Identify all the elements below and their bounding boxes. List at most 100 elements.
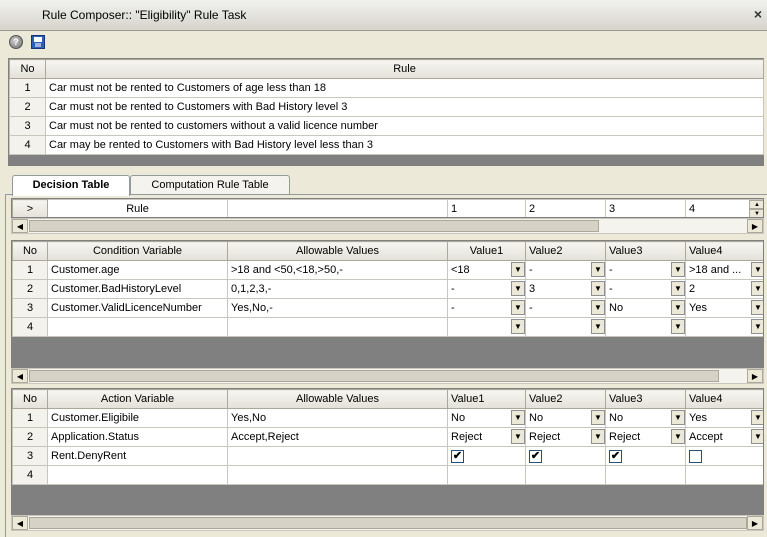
chevron-down-icon: ▼ [511, 319, 525, 334]
action-hscroll[interactable]: ◀ ▶ [11, 515, 764, 531]
deny-rent-checkbox[interactable]: ✔ [609, 449, 622, 463]
condition-variable-header[interactable]: Condition Variable [47, 241, 228, 261]
action-allowable-header[interactable]: Allowable Values [227, 389, 448, 409]
value-dropdown[interactable]: - ▼ [605, 279, 686, 299]
rule-row[interactable]: 3 Car must not be rented to customers wit… [9, 116, 764, 136]
value-dropdown[interactable]: <18 ▼ [447, 260, 526, 280]
rule-col-2: 2 [525, 199, 606, 217]
value-dropdown[interactable]: - ▼ [605, 260, 686, 280]
rule-row[interactable]: 4 Car may be rented to Customers with Bad… [9, 135, 764, 155]
value-dropdown[interactable]: Reject ▼ [447, 427, 526, 447]
rule-row[interactable]: 1 Car must not be rented to Customers of … [9, 78, 764, 98]
action-table: No Action Variable Allowable Values Valu… [12, 389, 763, 485]
deny-rent-checkbox[interactable]: ✔ [451, 449, 464, 463]
table-row: 1 Customer.age >18 and <50,<18,>50,- <18… [12, 260, 763, 280]
value-dropdown[interactable]: No ▼ [605, 408, 686, 428]
chevron-down-icon: ▼ [511, 281, 525, 296]
action-value3-header[interactable]: Value3 [605, 389, 686, 409]
value-dropdown[interactable]: ▼ [525, 317, 606, 337]
rule-list-panel: No Rule 1 Car must not be rented to Custo… [8, 58, 764, 166]
chevron-down-icon: ▼ [751, 319, 763, 334]
value-dropdown[interactable]: Reject ▼ [605, 427, 686, 447]
rule-col-3: 3 [605, 199, 686, 217]
chevron-down-icon: ▼ [671, 429, 685, 444]
value-dropdown[interactable]: ▼ [685, 317, 763, 337]
condition-value4-header[interactable]: Value4 [685, 241, 763, 261]
chevron-down-icon: ▼ [511, 410, 525, 425]
action-no-header[interactable]: No [12, 389, 48, 409]
toolbar: ? [0, 32, 767, 54]
value-dropdown[interactable]: Yes ▼ [685, 408, 763, 428]
deny-rent-checkbox[interactable]: ✔ [529, 449, 542, 463]
title-bar: Rule Composer:: "Eligibility" Rule Task … [0, 0, 767, 31]
chevron-down-icon: ▼ [751, 281, 763, 296]
vertical-spinner[interactable]: ▲ ▼ [749, 200, 763, 217]
value-dropdown[interactable]: - ▼ [447, 279, 526, 299]
chevron-down-icon: ▼ [751, 410, 763, 425]
rule-header-hscroll[interactable]: ◀ ▶ [11, 218, 764, 234]
value-dropdown[interactable]: 3 ▼ [525, 279, 606, 299]
chevron-down-icon: ▼ [591, 429, 605, 444]
value-dropdown[interactable]: 2 ▼ [685, 279, 763, 299]
tab-computation-rule-table[interactable]: Computation Rule Table [130, 175, 290, 195]
scroll-right-icon[interactable]: ▶ [747, 369, 763, 383]
save-icon[interactable] [31, 35, 47, 51]
scroll-thumb[interactable] [29, 220, 599, 232]
action-value1-header[interactable]: Value1 [447, 389, 526, 409]
action-value2-header[interactable]: Value2 [525, 389, 606, 409]
chevron-down-icon: ▼ [591, 300, 605, 315]
scroll-right-icon[interactable]: ▶ [747, 516, 763, 530]
table-row: 2 Customer.BadHistoryLevel 0,1,2,3,- - ▼ … [12, 279, 763, 299]
action-variable-header[interactable]: Action Variable [47, 389, 228, 409]
value-dropdown[interactable]: ▼ [605, 317, 686, 337]
window-title: Rule Composer:: "Eligibility" Rule Task [42, 8, 247, 22]
chevron-down-icon: ▼ [671, 281, 685, 296]
value-dropdown[interactable]: No ▼ [605, 298, 686, 318]
scroll-left-icon[interactable]: ◀ [12, 369, 28, 383]
chevron-down-icon: ▼ [671, 319, 685, 334]
action-section: No Action Variable Allowable Values Valu… [11, 388, 764, 515]
rule-no-header[interactable]: No [9, 59, 46, 79]
value-dropdown[interactable]: ▼ [447, 317, 526, 337]
condition-value3-header[interactable]: Value3 [605, 241, 686, 261]
value-dropdown[interactable]: No ▼ [525, 408, 606, 428]
chevron-down-icon: ▼ [511, 429, 525, 444]
scroll-thumb[interactable] [29, 517, 747, 529]
table-row: 1 Customer.Eligibile Yes,No No ▼ No ▼ No ▼ … [12, 408, 763, 428]
value-dropdown[interactable]: No ▼ [447, 408, 526, 428]
condition-table: No Condition Variable Allowable Values V… [12, 241, 763, 337]
chevron-down-icon: ▼ [591, 281, 605, 296]
scroll-left-icon[interactable]: ◀ [12, 219, 28, 233]
chevron-down-icon: ▼ [751, 429, 763, 444]
chevron-down-icon: ▼ [591, 319, 605, 334]
scroll-left-icon[interactable]: ◀ [12, 516, 28, 530]
value-dropdown[interactable]: - ▼ [525, 260, 606, 280]
value-dropdown[interactable]: Reject ▼ [525, 427, 606, 447]
scroll-thumb[interactable] [29, 370, 719, 382]
chevron-down-icon: ▼ [671, 410, 685, 425]
chevron-down-icon: ▼ [511, 300, 525, 315]
condition-value1-header[interactable]: Value1 [447, 241, 526, 261]
chevron-down-icon: ▼ [671, 300, 685, 315]
rule-row[interactable]: 2 Car must not be rented to Customers wit… [9, 97, 764, 117]
condition-hscroll[interactable]: ◀ ▶ [11, 368, 764, 384]
value-dropdown[interactable]: >18 and ... ▼ [685, 260, 763, 280]
condition-no-header[interactable]: No [12, 241, 48, 261]
condition-allowable-header[interactable]: Allowable Values [227, 241, 448, 261]
table-row: 3 Rent.DenyRent ✔ ✔ ✔ [12, 446, 763, 466]
rule-header-label: Rule [47, 199, 228, 217]
value-dropdown[interactable]: - ▼ [525, 298, 606, 318]
value-dropdown[interactable]: Yes ▼ [685, 298, 763, 318]
help-icon[interactable]: ? [9, 35, 25, 51]
close-icon[interactable]: × [754, 6, 762, 22]
deny-rent-checkbox[interactable] [689, 449, 702, 463]
value-dropdown[interactable]: - ▼ [447, 298, 526, 318]
value-dropdown[interactable]: Accept ▼ [685, 427, 763, 447]
condition-value2-header[interactable]: Value2 [525, 241, 606, 261]
tab-decision-table[interactable]: Decision Table [12, 175, 130, 196]
action-value4-header[interactable]: Value4 [685, 389, 763, 409]
rule-text-header[interactable]: Rule [45, 59, 764, 79]
scroll-right-icon[interactable]: ▶ [747, 219, 763, 233]
rule-header-section: > Rule 1 2 3 4 ▲ ▼ [11, 198, 764, 218]
table-row: 2 Application.Status Accept,Reject Rejec… [12, 427, 763, 447]
